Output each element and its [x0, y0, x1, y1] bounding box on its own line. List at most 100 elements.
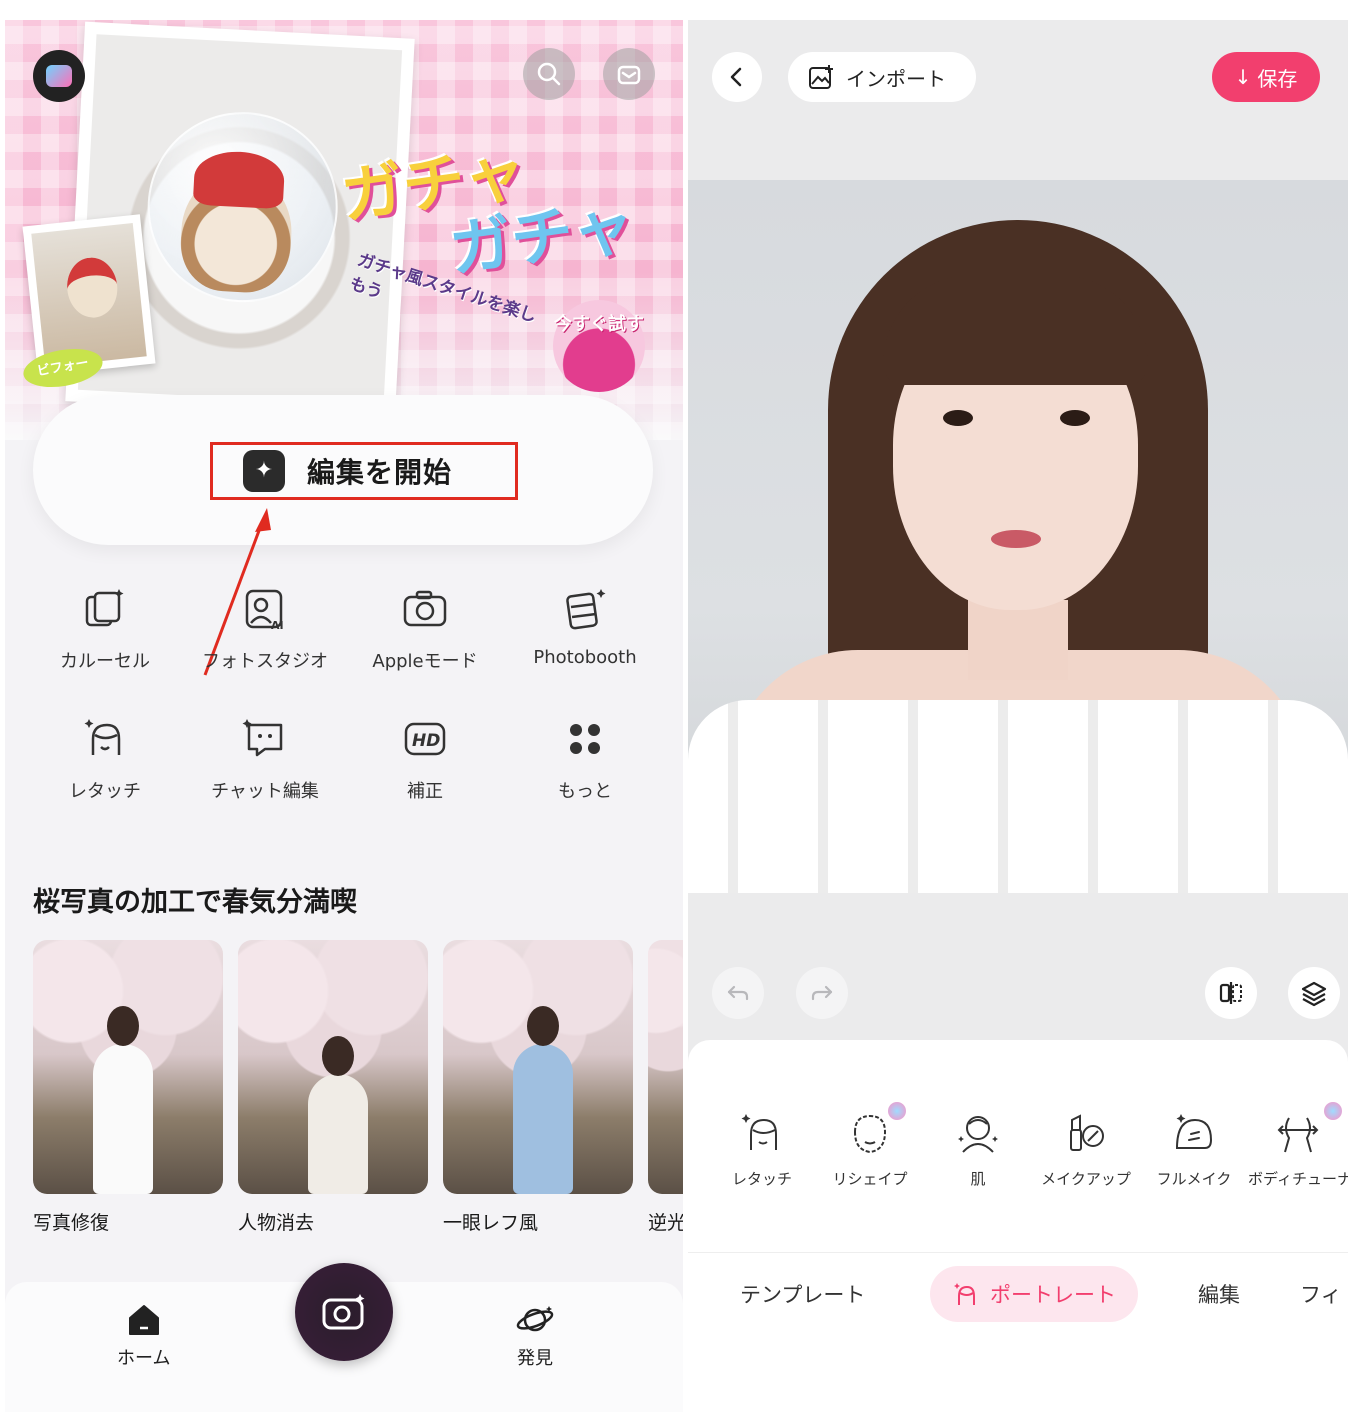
tool-label: チャット編集 [211, 781, 319, 802]
tab-template[interactable]: テンプレート [740, 1266, 865, 1322]
tool-label: フォトスタジオ [202, 651, 328, 672]
card-label: 一眼レフ風 [443, 1212, 539, 1234]
tool-reshape[interactable]: リシェイプ [816, 1102, 924, 1189]
save-button[interactable]: ↓ 保存 [1212, 52, 1320, 102]
tool-retouch[interactable]: レタッチ [25, 715, 185, 803]
portrait-tools: レタッチ リシェイプ 肌 メイクアップ フルメイク ボディチューナ [708, 1102, 1348, 1189]
editor-tabs: テンプレート ポートレート 編集 フィ [688, 1266, 1348, 1322]
camera-icon [403, 590, 447, 627]
feature-card-backlight[interactable]: 逆光 [648, 940, 683, 1235]
back-button[interactable] [712, 52, 762, 102]
undo-icon [727, 985, 749, 1001]
feature-card-row: 写真修復 人物消去 一眼レフ風 逆光 [33, 940, 683, 1235]
chat-edit-icon [242, 719, 283, 757]
tool-apple-mode[interactable]: Appleモード [345, 585, 505, 673]
nav-home[interactable]: ホーム [117, 1302, 170, 1370]
planet-icon [516, 1306, 554, 1332]
premium-badge-icon [888, 1102, 906, 1120]
tab-edit[interactable]: 編集 [1198, 1266, 1240, 1322]
feature-card-remove-person[interactable]: 人物消去 [238, 940, 428, 1235]
save-label: 保存 [1257, 66, 1298, 91]
portrait-icon [954, 1283, 975, 1305]
full-makeup-icon [1175, 1114, 1213, 1149]
redo-button[interactable] [796, 967, 848, 1019]
layers-icon [1301, 981, 1327, 1007]
compare-button[interactable] [1205, 967, 1257, 1019]
import-label: インポート [846, 66, 946, 91]
tool-label: 肌 [970, 1170, 986, 1188]
sparkle-icon: ✦ [243, 450, 285, 492]
retouch-icon [84, 719, 121, 755]
import-button[interactable]: インポート [788, 52, 976, 102]
promo-banner[interactable]: ビフォー ガチャ ガチャ ガチャ風スタイルを楽しもう 今すぐ試す [5, 20, 683, 440]
card-image [238, 940, 428, 1194]
tab-portrait[interactable]: ポートレート [930, 1266, 1138, 1322]
inbox-icon[interactable] [603, 48, 655, 100]
chevron-left-icon [730, 67, 742, 87]
home-icon [128, 1305, 159, 1335]
tool-skin[interactable]: 肌 [924, 1110, 1032, 1189]
svg-text:AI: AI [271, 619, 284, 632]
nav-home-label: ホーム [117, 1348, 171, 1369]
tool-label: メイクアップ [1041, 1170, 1131, 1188]
tool-enhance[interactable]: HD 補正 [345, 715, 505, 803]
search-icon[interactable] [523, 48, 575, 100]
tool-label: レタッチ [731, 1170, 792, 1188]
app-logo [33, 50, 85, 102]
tool-more[interactable]: もっと [505, 715, 665, 803]
tool-retouch[interactable]: レタッチ [708, 1110, 816, 1189]
start-edit-button[interactable]: ✦ 編集を開始 [210, 442, 518, 500]
lipstick-icon [1070, 1114, 1104, 1151]
edited-photo[interactable] [688, 180, 1348, 893]
nav-discover[interactable]: 発見 [515, 1302, 555, 1370]
tool-label: 補正 [407, 781, 443, 802]
hd-icon: HD [404, 722, 446, 756]
start-edit-label: 編集を開始 [307, 456, 453, 489]
svg-text:HD: HD [412, 731, 440, 751]
tab-filter[interactable]: フィ [1300, 1266, 1342, 1322]
layers-button[interactable] [1288, 967, 1340, 1019]
divider [688, 1252, 1348, 1253]
tab-portrait-label: ポートレート [990, 1283, 1116, 1307]
tool-photo-studio[interactable]: AI フォトスタジオ [185, 585, 345, 673]
tool-label: リシェイプ [832, 1170, 908, 1188]
tool-makeup[interactable]: メイクアップ [1032, 1110, 1140, 1189]
tool-body-tuner[interactable]: ボディチューナー [1248, 1102, 1348, 1189]
camera-button[interactable] [295, 1263, 393, 1361]
home-screen: ビフォー ガチャ ガチャ ガチャ風スタイルを楽しもう 今すぐ試す ✦ 編集を開始… [5, 20, 683, 1412]
card-image [443, 940, 633, 1194]
skin-icon [958, 1116, 998, 1153]
tool-label: フルメイク [1156, 1170, 1232, 1188]
compare-icon [1219, 982, 1242, 1004]
redo-icon [811, 985, 833, 1001]
tool-photobooth[interactable]: Photobooth [505, 585, 665, 673]
card-label: 人物消去 [238, 1212, 315, 1234]
tool-chat-edit[interactable]: チャット編集 [185, 715, 345, 803]
photobooth-icon [566, 589, 606, 630]
carousel-icon [85, 589, 124, 627]
tool-carousel[interactable]: カルーセル [25, 585, 185, 673]
tool-label: カルーセル [60, 651, 150, 672]
download-arrow-icon: ↓ [1234, 65, 1252, 89]
more-icon [570, 724, 600, 754]
face-outline-icon [853, 1114, 887, 1154]
tool-full-makeup[interactable]: フルメイク [1140, 1110, 1248, 1189]
premium-badge-icon [1324, 1102, 1342, 1120]
tool-label: ボディチューナー [1248, 1170, 1348, 1188]
tool-label: レタッチ [69, 781, 141, 802]
editor-screen: インポート ↓ 保存 レタッチ リシェイプ 肌 メイクアップ フルメイク ボディ… [688, 20, 1348, 1412]
try-now-badge[interactable]: 今すぐ試す [553, 300, 645, 392]
card-image [648, 940, 683, 1194]
camera-icon [322, 1294, 365, 1330]
portrait-tool-panel: レタッチ リシェイプ 肌 メイクアップ フルメイク ボディチューナ テンプレート… [688, 1040, 1348, 1412]
body-tuner-icon [1277, 1117, 1319, 1153]
feature-card-dslr[interactable]: 一眼レフ風 [443, 940, 633, 1235]
section-title: 桜写真の加工で春気分満喫 [33, 887, 357, 918]
image-add-icon [809, 65, 833, 89]
card-label: 写真修復 [33, 1212, 110, 1234]
tool-grid: カルーセル AI フォトスタジオ Appleモード Photobooth レタッ… [25, 585, 665, 803]
feature-card-restore[interactable]: 写真修復 [33, 940, 223, 1235]
undo-button[interactable] [712, 967, 764, 1019]
tool-label: もっと [558, 781, 612, 802]
tool-label: Photobooth [533, 647, 637, 668]
